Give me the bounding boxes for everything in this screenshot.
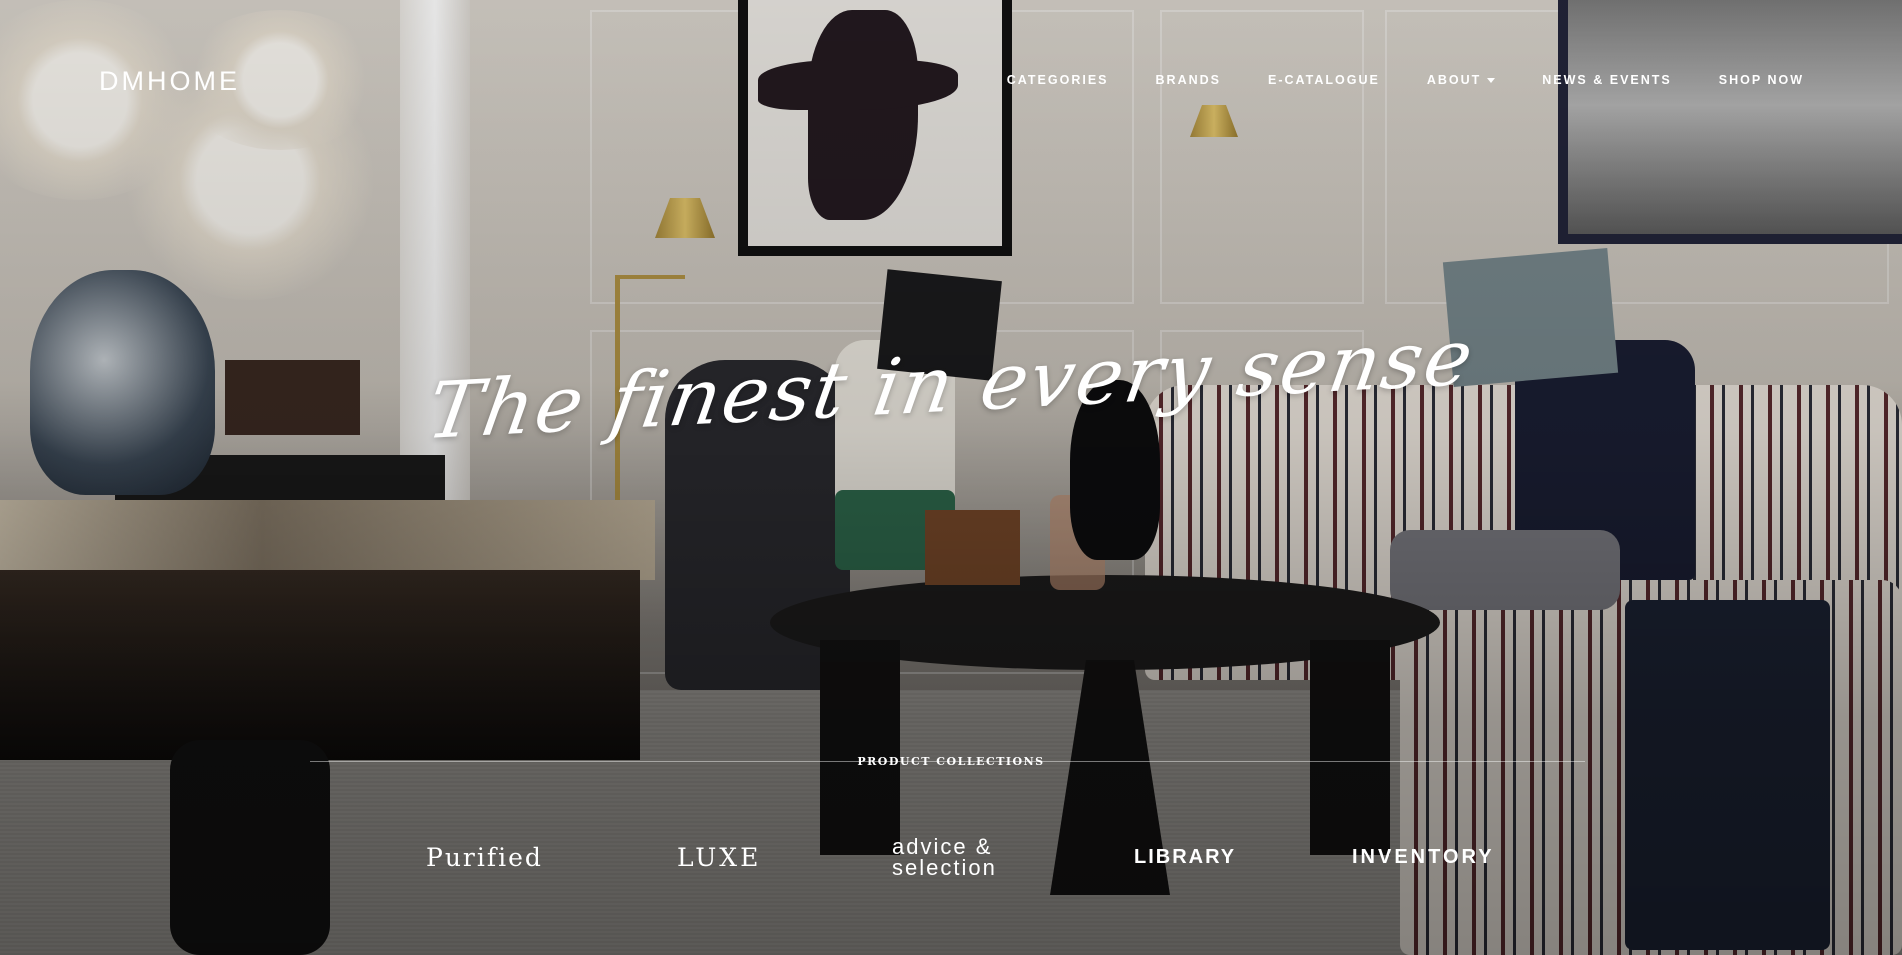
brand-luxe-link[interactable]: LUXE [677,843,761,872]
site-logo[interactable]: DMHOME [99,66,240,97]
brand-advice-line1: advice & [892,834,993,859]
nav-e-catalogue[interactable]: E-CATALOGUE [1268,73,1380,87]
nav-about-label: ABOUT [1426,73,1482,87]
collections-heading: PRODUCT COLLECTIONS [857,755,1045,768]
collections-heading-row: PRODUCT COLLECTIONS [0,752,1902,770]
brand-library-link[interactable]: LIBRARY [1134,846,1236,869]
nav-about[interactable]: ABOUT [1426,73,1496,87]
main-navigation: CATEGORIES BRANDS E-CATALOGUE ABOUT NEWS… [960,73,1804,87]
brand-advice-line2: selection [892,855,997,880]
nav-categories[interactable]: CATEGORIES [1007,73,1109,87]
nav-brands[interactable]: BRANDS [1156,73,1221,87]
nav-shop-now[interactable]: SHOP NOW [1719,73,1804,87]
caret-down-icon [1487,77,1496,83]
brand-inventory-link[interactable]: INVENTORY [1352,846,1495,869]
brand-purified-link[interactable]: Purified [426,843,543,872]
dark-overlay [0,0,1902,955]
brand-advice-selection-link[interactable]: advice & selection [892,834,1032,880]
nav-news-events[interactable]: NEWS & EVENTS [1542,73,1672,87]
